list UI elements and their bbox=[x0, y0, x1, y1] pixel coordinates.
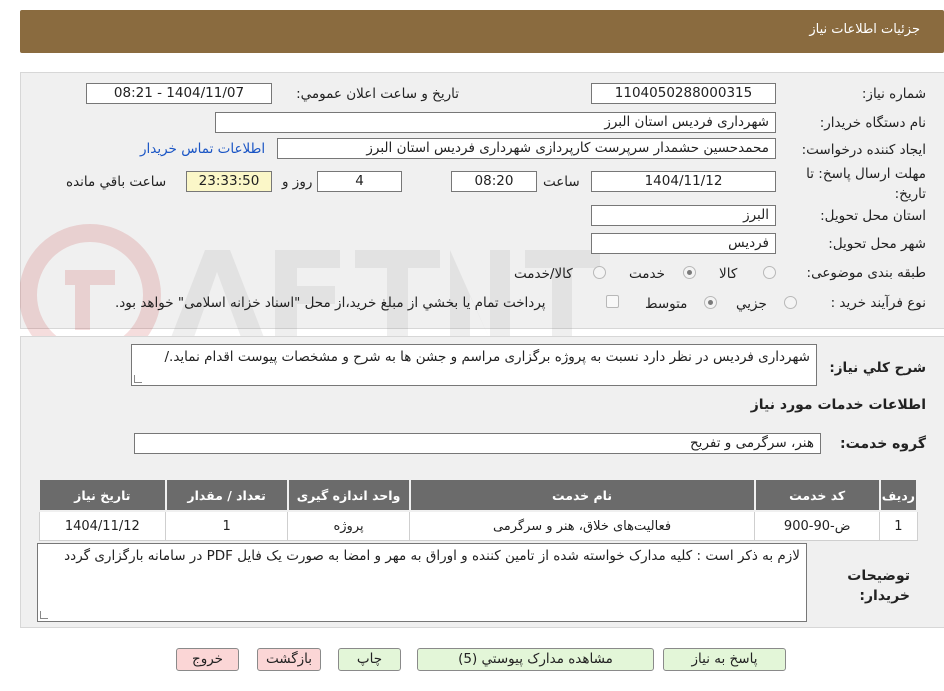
days-label: روز و bbox=[282, 174, 313, 190]
cell-row-number: 1 bbox=[879, 510, 918, 541]
cell-unit: پروژه bbox=[287, 510, 410, 541]
cell-quantity: 1 bbox=[165, 510, 289, 541]
page-header: جزئیات اطلاعات نیاز bbox=[20, 10, 944, 53]
purchase-option-minor: جزيي bbox=[736, 296, 767, 312]
col-date-header: تاريخ نياز bbox=[38, 478, 167, 512]
buyer-contact-link[interactable]: اطلاعات تماس خريدار bbox=[140, 141, 265, 157]
table-row: 1 ض-90-900 فعالیت‌های خلاق، هنر و سرگرمی… bbox=[38, 510, 918, 541]
category-radio-service[interactable] bbox=[683, 266, 696, 279]
city-field: فردیس bbox=[591, 233, 776, 254]
category-option-goods-service: کالا/خدمت bbox=[514, 266, 573, 282]
col-qty-header: تعداد / مقدار bbox=[164, 478, 289, 512]
reply-button[interactable]: پاسخ به نياز bbox=[663, 648, 786, 671]
category-radio-goods-service[interactable] bbox=[593, 266, 606, 279]
col-name-header: نام خدمت bbox=[408, 478, 756, 512]
summary-label: شرح كلي نياز: bbox=[829, 360, 926, 376]
treasury-payment-note: پرداخت تمام يا بخشي از مبلغ خريد،از محل … bbox=[115, 295, 546, 311]
services-section-title: اطلاعات خدمات مورد نياز bbox=[750, 397, 926, 413]
announce-date-field: 1404/11/07 - 08:21 bbox=[86, 83, 272, 104]
buyer-org-label: نام دستگاه خريدار: bbox=[819, 115, 926, 131]
remaining-days-field: 4 bbox=[317, 171, 402, 192]
purchase-option-medium: متوسط bbox=[645, 296, 688, 312]
cell-need-date: 1404/11/12 bbox=[38, 510, 167, 541]
treasury-payment-checkbox[interactable] bbox=[606, 295, 619, 308]
cell-service-code: ض-90-900 bbox=[754, 510, 881, 541]
service-group-field: هنر، سرگرمی و تفریح bbox=[134, 433, 821, 454]
deadline-time-label: ساعت bbox=[543, 174, 580, 190]
province-label: استان محل تحويل: bbox=[820, 208, 926, 224]
deadline-label: مهلت ارسال پاسخ: تا تاريخ: bbox=[806, 166, 926, 202]
announce-date-label: تاریخ و ساعت اعلان عمومي: bbox=[296, 86, 459, 102]
deadline-time-field: 08:20 bbox=[451, 171, 537, 192]
category-label: طبقه بندی موضوعی: bbox=[806, 265, 926, 281]
back-button[interactable]: بازگشت bbox=[257, 648, 321, 671]
service-group-label: گروه خدمت: bbox=[840, 436, 926, 452]
need-number-field: 1104050288000315 bbox=[591, 83, 776, 104]
services-table: رديف كد خدمت نام خدمت واحد اندازه گيری ت… bbox=[38, 478, 919, 541]
exit-button[interactable]: خروج bbox=[176, 648, 239, 671]
deadline-date-field: 1404/11/12 bbox=[591, 171, 776, 192]
category-option-service: خدمت bbox=[629, 266, 665, 282]
remaining-time-label: ساعت باقي مانده bbox=[66, 174, 167, 190]
col-row-header: رديف bbox=[878, 478, 919, 512]
summary-textarea[interactable]: شهرداری فردیس در نظر دارد نسبت به پروژه … bbox=[131, 344, 817, 386]
buyer-notes-text: لازم به ذکر است : کلیه مدارک خواسته شده … bbox=[64, 548, 800, 564]
col-unit-header: واحد اندازه گيری bbox=[286, 478, 411, 512]
resize-handle-icon[interactable] bbox=[40, 611, 48, 619]
view-attachments-button[interactable]: مشاهده مدارک پيوستي (5) bbox=[417, 648, 654, 671]
remaining-time-field: 23:33:50 bbox=[186, 171, 272, 192]
category-option-goods: کالا bbox=[719, 266, 738, 282]
buyer-notes-textarea[interactable]: لازم به ذکر است : کلیه مدارک خواسته شده … bbox=[37, 543, 807, 622]
print-button[interactable]: چاپ bbox=[338, 648, 401, 671]
table-header-row: رديف كد خدمت نام خدمت واحد اندازه گيری ت… bbox=[38, 478, 919, 512]
resize-handle-icon[interactable] bbox=[134, 375, 142, 383]
city-label: شهر محل تحويل: bbox=[828, 236, 926, 252]
purchase-radio-medium[interactable] bbox=[704, 296, 717, 309]
page-title: جزئیات اطلاعات نیاز bbox=[809, 22, 920, 37]
summary-text: شهرداری فردیس در نظر دارد نسبت به پروژه … bbox=[164, 349, 811, 365]
category-radio-goods[interactable] bbox=[763, 266, 776, 279]
need-number-label: شماره نیاز: bbox=[861, 86, 926, 102]
col-code-header: كد خدمت bbox=[753, 478, 881, 512]
requester-label: ايجاد كننده درخواست: bbox=[801, 142, 926, 158]
purchase-radio-minor[interactable] bbox=[784, 296, 797, 309]
requester-field: محمدحسین حشمدار سرپرست کارپردازی شهرداری… bbox=[277, 138, 776, 159]
province-field: البرز bbox=[591, 205, 776, 226]
purchase-type-label: نوع فرآیند خرید : bbox=[830, 295, 926, 311]
cell-service-name: فعالیت‌های خلاق، هنر و سرگرمی bbox=[408, 510, 756, 541]
buyer-notes-label: توضيحات خريدار: bbox=[847, 568, 910, 604]
buyer-org-field: شهرداری فردیس استان البرز bbox=[215, 112, 776, 133]
